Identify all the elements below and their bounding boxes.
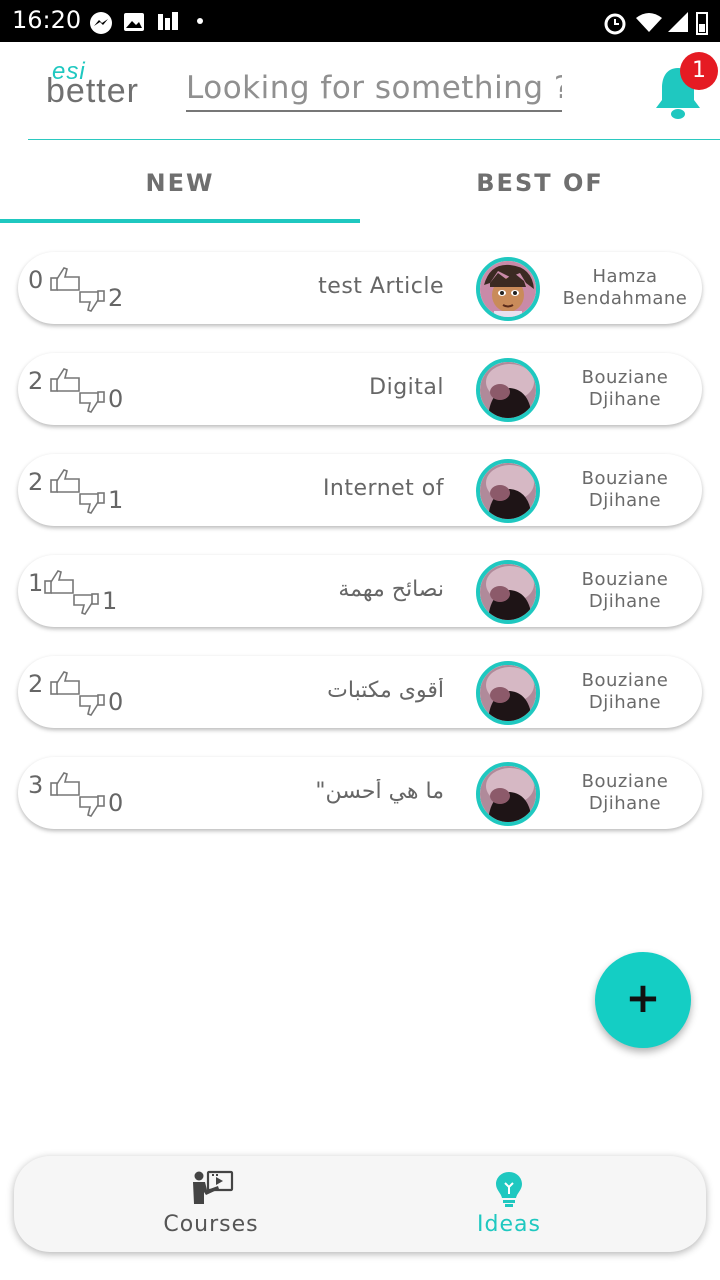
- author-name: Bouziane Djihane: [558, 569, 692, 613]
- data-icon: [158, 12, 178, 30]
- header-divider: [28, 139, 720, 140]
- author-first-name: Bouziane: [581, 367, 669, 388]
- author-last-name: Djihane: [588, 591, 662, 612]
- wifi-icon: [636, 13, 662, 32]
- signal-icon: [668, 12, 688, 32]
- thumbs-up-icon[interactable]: [50, 468, 82, 494]
- like-count: 2: [28, 367, 44, 395]
- tab-best-of[interactable]: BEST OF: [360, 150, 720, 222]
- dislike-count: 1: [108, 486, 124, 514]
- thumbs-up-icon[interactable]: [50, 670, 82, 696]
- dislike-count: 0: [108, 688, 124, 716]
- like-count: 2: [28, 670, 44, 698]
- dislike-count: 2: [108, 284, 124, 312]
- nav-courses[interactable]: Courses: [38, 1156, 384, 1252]
- idea-card[interactable]: 2 1 Internet of Bouziane Djihane: [18, 454, 702, 526]
- author-avatar[interactable]: [476, 762, 540, 826]
- idea-title: test Article: [318, 274, 444, 299]
- thumbs-up-icon[interactable]: [50, 771, 82, 797]
- author-first-name: Bouziane: [581, 771, 669, 792]
- thumbs-up-icon[interactable]: [44, 569, 76, 595]
- anime-avatar-image: [480, 261, 536, 317]
- status-time: 16:20: [12, 6, 82, 34]
- idea-title: Digital: [369, 375, 444, 400]
- image-icon: [124, 13, 144, 31]
- app-logo: esi better: [46, 58, 156, 110]
- bottom-navigation: Courses Ideas: [14, 1156, 706, 1252]
- author-last-name: Djihane: [588, 793, 662, 814]
- active-tab-indicator: [0, 219, 360, 223]
- author-name: Bouziane Djihane: [558, 367, 692, 411]
- dislike-count: 0: [108, 385, 124, 413]
- thumbs-down-icon[interactable]: [78, 492, 106, 514]
- dislike-count: 1: [102, 587, 118, 615]
- idea-card[interactable]: 2 0 Digital Bouziane Djihane: [18, 353, 702, 425]
- nav-ideas[interactable]: Ideas: [336, 1156, 682, 1252]
- photo-avatar-image: [480, 766, 536, 822]
- lightbulb-icon: [496, 1172, 522, 1207]
- author-name: Bouziane Djihane: [558, 670, 692, 714]
- author-first-name: Bouziane: [581, 468, 669, 489]
- nav-courses-label: Courses: [163, 1212, 259, 1237]
- thumbs-down-icon[interactable]: [78, 290, 106, 312]
- idea-card[interactable]: 2 0 أقوى مكتبات Bouziane Djihane: [18, 656, 702, 728]
- dot-icon: [197, 18, 203, 24]
- teacher-presentation-icon: [193, 1170, 234, 1204]
- battery-icon: [696, 12, 708, 35]
- photo-avatar-image: [480, 564, 536, 620]
- like-count: 1: [28, 569, 44, 597]
- messenger-icon: [90, 12, 112, 34]
- search-input[interactable]: [186, 66, 562, 112]
- thumbs-down-icon[interactable]: [78, 694, 106, 716]
- author-first-name: Bouziane: [581, 670, 669, 691]
- idea-title: Internet of: [322, 476, 444, 501]
- thumbs-up-icon[interactable]: [50, 367, 82, 393]
- thumbs-down-icon[interactable]: [78, 795, 106, 817]
- author-avatar[interactable]: [476, 661, 540, 725]
- nav-ideas-label: Ideas: [477, 1212, 541, 1237]
- idea-card[interactable]: 0 2 test Article Hamza Bendahmane: [18, 252, 702, 324]
- like-count: 0: [28, 266, 44, 294]
- author-last-name: Djihane: [588, 389, 662, 410]
- like-count: 3: [28, 771, 44, 799]
- photo-avatar-image: [480, 463, 536, 519]
- idea-title: "ما هي أحسن: [315, 779, 444, 804]
- thumbs-up-icon[interactable]: [50, 266, 82, 292]
- author-last-name: Bendahmane: [562, 288, 688, 309]
- tab-new[interactable]: NEW: [0, 150, 360, 222]
- logo-better-text: better: [46, 72, 139, 110]
- idea-card[interactable]: 1 1 نصائح مهمة Bouziane Djihane: [18, 555, 702, 627]
- alarm-icon: [604, 13, 626, 35]
- author-last-name: Djihane: [588, 490, 662, 511]
- author-avatar[interactable]: [476, 560, 540, 624]
- author-avatar[interactable]: [476, 358, 540, 422]
- photo-avatar-image: [480, 362, 536, 418]
- idea-title: نصائح مهمة: [338, 577, 444, 602]
- author-first-name: Bouziane: [581, 569, 669, 590]
- thumbs-down-icon[interactable]: [72, 593, 100, 615]
- author-avatar[interactable]: [476, 459, 540, 523]
- add-idea-button[interactable]: +: [595, 952, 691, 1048]
- author-first-name: Hamza: [592, 266, 658, 287]
- author-name: Hamza Bendahmane: [558, 266, 692, 310]
- author-avatar[interactable]: [476, 257, 540, 321]
- status-bar: 16:20: [0, 0, 720, 42]
- author-last-name: Djihane: [588, 692, 662, 713]
- ideas-list: 0 2 test Article Hamza Bendahmane 2 0 Di…: [18, 252, 702, 858]
- like-count: 2: [28, 468, 44, 496]
- thumbs-down-icon[interactable]: [78, 391, 106, 413]
- idea-card[interactable]: 3 0 "ما هي أحسن Bouziane Djihane: [18, 757, 702, 829]
- author-name: Bouziane Djihane: [558, 771, 692, 815]
- author-name: Bouziane Djihane: [558, 468, 692, 512]
- photo-avatar-image: [480, 665, 536, 721]
- notification-badge: 1: [680, 52, 718, 90]
- idea-title: أقوى مكتبات: [327, 678, 444, 703]
- dislike-count: 0: [108, 789, 124, 817]
